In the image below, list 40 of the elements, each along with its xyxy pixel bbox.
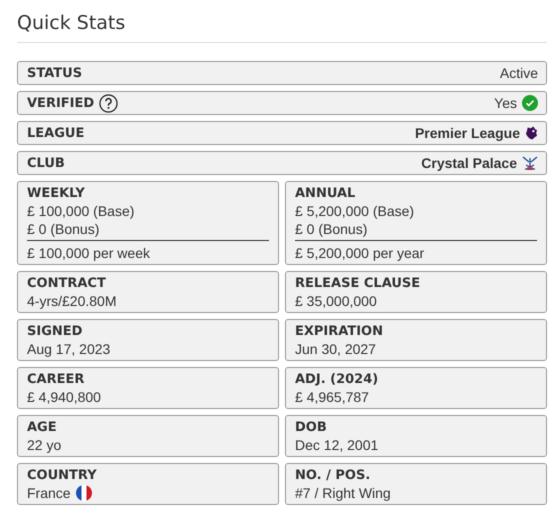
row-label: CLUB (27, 156, 65, 170)
card-label: RELEASE CLAUSE (295, 276, 420, 291)
card-value: £ 100,000 (Base) (27, 203, 134, 219)
check-icon (522, 95, 538, 111)
row-value: Yes (494, 95, 517, 111)
card-value: £ 4,965,787 (295, 389, 369, 405)
card-label: NO. / POS. (295, 468, 370, 483)
card-value: Jun 30, 2027 (295, 341, 376, 357)
row-value: Crystal Palace (421, 155, 517, 171)
card-value: 22 yo (27, 437, 62, 453)
row-label: VERIFIED (27, 96, 94, 110)
card-value: £ 0 (Bonus) (295, 221, 368, 237)
card-value: £ 35,000,000 (295, 293, 377, 309)
card-label: SIGNED (27, 324, 82, 339)
card-value: £ 4,940,800 (27, 389, 101, 405)
card-label: EXPIRATION (295, 324, 383, 339)
card-value: Aug 17, 2023 (27, 341, 110, 357)
card-value: France (27, 485, 71, 501)
card-label: COUNTRY (27, 468, 97, 483)
card-label: WEEKLY (27, 186, 85, 201)
card-label: CONTRACT (27, 276, 106, 291)
card-label: ADJ. (2024) (295, 372, 378, 387)
card-total: £ 5,200,000 per year (295, 245, 424, 261)
card-label: ANNUAL (295, 186, 356, 201)
card-label: AGE (27, 420, 57, 435)
row-value: Active (500, 65, 538, 81)
card-value: #7 / Right Wing (295, 485, 391, 501)
card-value: £ 5,200,000 (Base) (295, 203, 414, 219)
card-value: 4-yrs/£20.80M (27, 293, 116, 309)
row-value: Premier League (414, 125, 520, 141)
flag-icon (76, 485, 92, 501)
card-total: £ 100,000 per week (27, 245, 150, 261)
help-icon[interactable] (99, 94, 118, 112)
card-value: Dec 12, 2001 (295, 437, 378, 453)
card-label: DOB (295, 420, 327, 435)
card-value: £ 0 (Bonus) (27, 221, 100, 237)
card-label: CAREER (27, 372, 84, 387)
row-label: STATUS (27, 66, 82, 80)
row-label: LEAGUE (27, 126, 84, 140)
section-title: Quick Stats (17, 12, 126, 34)
